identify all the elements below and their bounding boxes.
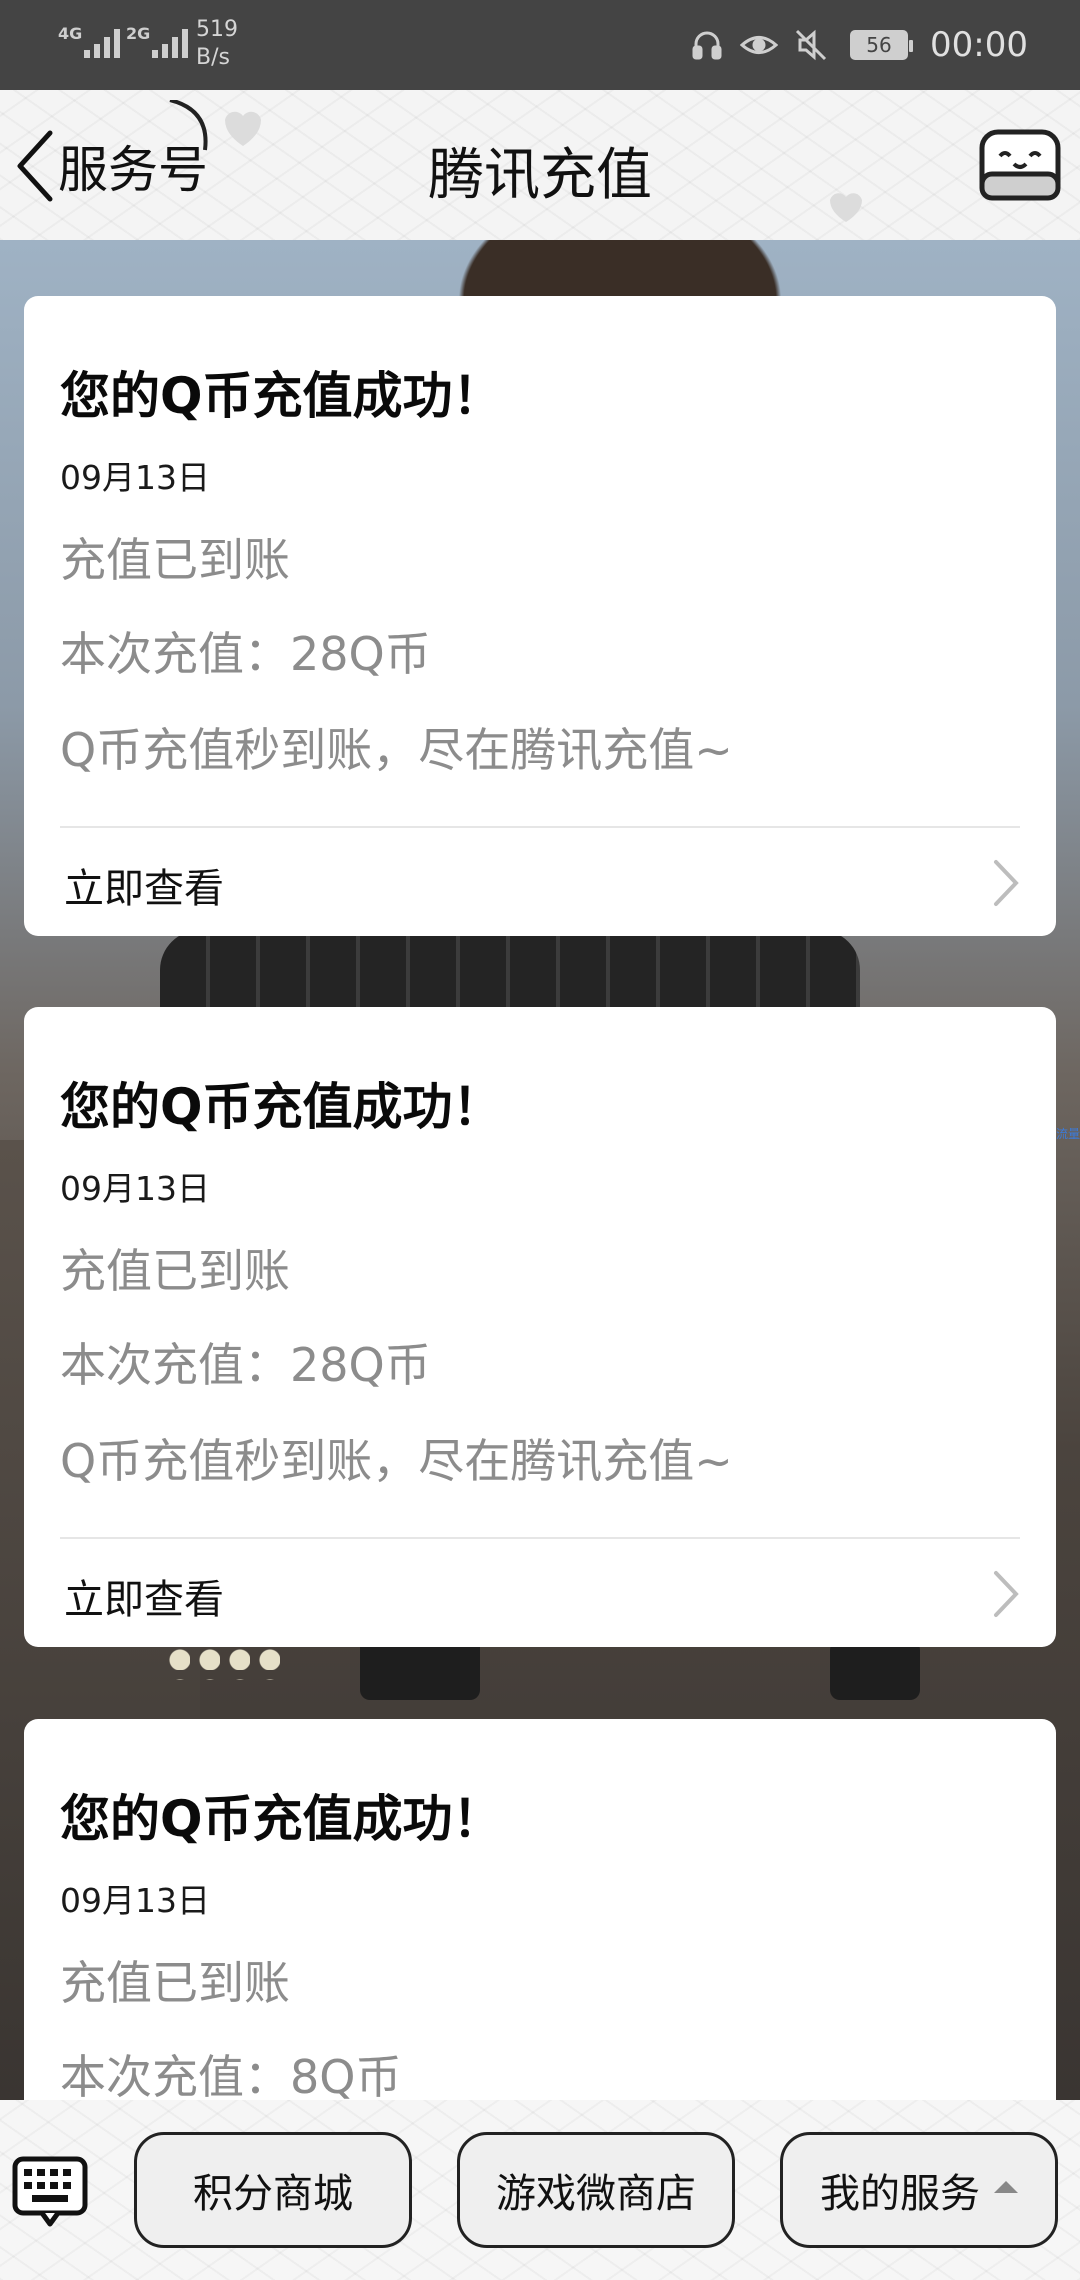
message-status-text: 充值已到账 (60, 1244, 290, 1298)
message-date: 09月13日 (60, 458, 210, 497)
chevron-right-icon (994, 1571, 1019, 1617)
points-mall-button[interactable]: 积分商城 (134, 2132, 412, 2248)
message-card: 您的Q币充值成功！ 09月13日 充值已到账 本次充值：28Q币 Q币充值秒到账… (24, 1007, 1056, 1647)
network-speed: 519 B/s (196, 16, 238, 72)
headset-icon (688, 26, 726, 64)
message-amount-text: 本次充值：8Q币 (60, 2050, 402, 2100)
battery-level: 56 (866, 33, 892, 57)
points-mall-label: 积分商城 (193, 2171, 353, 2217)
background-photo (830, 1640, 920, 1700)
chevron-right-icon (994, 860, 1019, 906)
message-card: 您的Q币充值成功！ 09月13日 充值已到账 本次充值：28Q币 Q币充值秒到账… (24, 296, 1056, 936)
mute-icon (792, 26, 830, 64)
side-link[interactable]: 流量 (1056, 1125, 1080, 1142)
chat-header: 服务号 腾讯充值 (0, 90, 1080, 240)
page-title: 腾讯充值 (428, 143, 652, 208)
game-shop-label: 游戏微商店 (496, 2171, 696, 2217)
status-bar: 4G 2G 519 B/s 56 00:00 (0, 0, 1080, 90)
signal-type-label: 2G (126, 24, 151, 43)
profile-menu-button[interactable] (976, 124, 1066, 204)
my-services-label: 我的服务 (820, 2171, 980, 2217)
caret-up-icon (994, 2181, 1018, 2193)
battery-icon: 56 (850, 30, 914, 60)
message-amount-text: 本次充值：28Q币 (60, 627, 431, 681)
message-status-text: 充值已到账 (60, 1956, 290, 2010)
keyboard-icon (12, 2156, 88, 2227)
message-title: 您的Q币充值成功！ (60, 1790, 503, 1848)
message-date: 09月13日 (60, 1881, 210, 1920)
my-services-button[interactable]: 我的服务 (780, 2132, 1058, 2248)
message-status-text: 充值已到账 (60, 533, 290, 587)
message-title: 您的Q币充值成功！ (60, 367, 503, 425)
message-date: 09月13日 (60, 1169, 210, 1208)
clock: 00:00 (930, 25, 1028, 65)
cute-face-icon (979, 129, 1061, 201)
keyboard-toggle-button[interactable] (12, 2156, 88, 2228)
signal-type-label: 4G (58, 24, 83, 43)
view-now-label: 立即查看 (64, 866, 224, 912)
network-speed-value: 519 (196, 17, 238, 42)
view-now-label: 立即查看 (64, 1577, 224, 1623)
message-card: 您的Q币充值成功！ 09月13日 充值已到账 本次充值：8Q币 (24, 1719, 1056, 2100)
game-shop-button[interactable]: 游戏微商店 (457, 2132, 735, 2248)
message-title: 您的Q币充值成功！ (60, 1078, 503, 1136)
network-speed-unit: B/s (196, 45, 230, 70)
view-now-button[interactable]: 立即查看 (24, 1539, 1056, 1647)
service-menu-bar: 积分商城 游戏微商店 我的服务 (0, 2100, 1080, 2280)
message-list[interactable]: 您的Q币充值成功！ 09月13日 充值已到账 本次充值：28Q币 Q币充值秒到账… (0, 240, 1080, 2100)
view-now-button[interactable]: 立即查看 (24, 828, 1056, 936)
message-promo-text: Q币充值秒到账，尽在腾讯充值~ (60, 1434, 733, 1488)
eye-icon (740, 26, 779, 64)
message-amount-text: 本次充值：28Q币 (60, 1338, 431, 1392)
message-promo-text: Q币充值秒到账，尽在腾讯充值~ (60, 723, 733, 777)
